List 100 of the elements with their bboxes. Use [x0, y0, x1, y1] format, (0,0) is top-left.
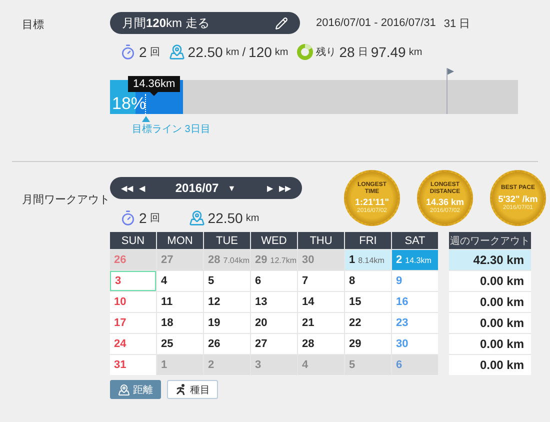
month-dropdown-button[interactable]: ▼	[226, 184, 237, 192]
day-number: 27	[161, 254, 174, 266]
previous-month-button[interactable]: ◀	[138, 184, 146, 192]
calendar-day[interactable]: 22	[345, 313, 391, 333]
day-number: 9	[396, 275, 402, 287]
goal-days: 31 日	[444, 16, 470, 30]
next-year-button[interactable]: ▶▶	[278, 184, 292, 192]
weekly-total: 0.00 km	[449, 334, 531, 354]
next-month-button[interactable]: ▶	[266, 184, 274, 192]
day-number: 18	[161, 317, 174, 329]
day-distance: 12.7km	[270, 256, 296, 264]
calendar-day[interactable]: 25	[157, 334, 203, 354]
calendar-day[interactable]: 5	[204, 271, 250, 291]
calendar-day[interactable]: 15	[345, 292, 391, 312]
calendar-day[interactable]: 28	[298, 334, 344, 354]
marker-icon	[142, 116, 150, 122]
day-number: 1	[161, 359, 168, 371]
calendar-day[interactable]: 26	[204, 334, 250, 354]
remaining-donut-icon	[297, 44, 314, 60]
weekly-total: 42.30 km	[449, 250, 531, 270]
medal-value: 1:21'11"	[355, 196, 389, 207]
calendar-day[interactable]: 19	[204, 313, 250, 333]
calendar-day[interactable]: 4	[157, 271, 203, 291]
month-label: 2016/07	[175, 181, 219, 195]
day-number: 20	[255, 317, 268, 329]
day-number: 23	[396, 317, 408, 329]
day-number: 14	[302, 296, 314, 308]
calendar-day[interactable]: 31	[110, 355, 156, 375]
view-toggle-button[interactable]: 種目	[167, 380, 218, 399]
day-distance: 14.3km	[405, 256, 432, 264]
calendar-day[interactable]: 14	[298, 292, 344, 312]
day-number: 3	[255, 359, 262, 371]
calendar-day[interactable]: 6	[251, 271, 297, 291]
calendar-day[interactable]: 18	[157, 313, 203, 333]
distance-value: 22.50	[188, 44, 223, 60]
day-number: 2	[208, 359, 214, 371]
calendar-day[interactable]: 10	[110, 292, 156, 312]
day-number: 12	[208, 296, 220, 308]
calendar-day[interactable]: 1 8.14km	[345, 250, 391, 270]
separator: /	[242, 45, 246, 59]
day-number: 24	[114, 338, 126, 350]
progress-percent: 18%	[112, 94, 146, 114]
day-distance: 7.04km	[223, 256, 250, 264]
day-number: 5	[349, 359, 356, 371]
day-number: 28	[302, 338, 314, 350]
medal-value: 14.36 km	[426, 196, 464, 207]
calendar-day[interactable]: 29	[345, 334, 391, 354]
route-pin-icon	[188, 210, 205, 226]
workout-count: 2	[139, 44, 147, 60]
weekday-header: SAT	[392, 232, 438, 249]
day-number: 11	[161, 296, 173, 308]
calendar-day[interactable]: 21	[298, 313, 344, 333]
day-number: 26	[114, 254, 126, 266]
day-number: 1	[349, 254, 356, 266]
day-number: 19	[208, 317, 220, 329]
distance-unit: km	[246, 212, 260, 224]
edit-icon[interactable]	[275, 16, 288, 30]
distance-value: 22.50	[208, 210, 243, 226]
route-pin-icon	[168, 44, 185, 60]
weekly-header: 週のワークアウト	[449, 232, 531, 249]
day-number: 7	[302, 275, 308, 287]
day-distance: 8.14km	[358, 256, 384, 264]
goal-title-bar[interactable]: 月間120km 走る	[110, 12, 300, 34]
calendar-day[interactable]: 7	[298, 271, 344, 291]
section-label: 月間ワークアウト	[21, 193, 110, 208]
day-number: 27	[255, 338, 268, 350]
calendar-day[interactable]: 24	[110, 334, 156, 354]
previous-year-button[interactable]: ◀◀	[120, 184, 134, 192]
day-number: 30	[302, 254, 314, 266]
day-number: 22	[349, 317, 362, 329]
calendar-day[interactable]: 3	[110, 271, 156, 291]
day-number: 28	[208, 254, 220, 266]
day-number: 4	[302, 359, 308, 371]
stopwatch-icon	[120, 210, 136, 226]
remaining-days: 28	[339, 44, 355, 60]
calendar-day[interactable]: 8	[345, 271, 391, 291]
weekday-header: TUE	[204, 232, 250, 249]
section-label: 目標	[21, 18, 45, 33]
target-line-label: 目標ライン 3日目	[132, 122, 210, 136]
day-number: 17	[114, 317, 126, 329]
calendar-day[interactable]: 11	[157, 292, 203, 312]
weekly-total: 0.00 km	[449, 292, 531, 312]
calendar-day[interactable]: 12	[204, 292, 250, 312]
day-number: 16	[396, 296, 408, 308]
route-pin-icon	[118, 384, 130, 396]
weekday-header: MON	[157, 232, 203, 249]
calendar-day[interactable]: 13	[251, 292, 297, 312]
workout-count: 2	[139, 210, 147, 226]
weekly-total: 0.00 km	[449, 271, 531, 291]
day-number: 30	[396, 338, 408, 350]
calendar-day[interactable]: 20	[251, 313, 297, 333]
runner-icon	[175, 384, 187, 395]
day-number: 3	[115, 275, 122, 287]
view-toggle-button[interactable]: 距離	[110, 380, 161, 399]
calendar-day[interactable]: 17	[110, 313, 156, 333]
weekly-total: 0.00 km	[449, 313, 531, 333]
calendar-day[interactable]: 27	[251, 334, 297, 354]
weekday-header: SUN	[110, 232, 156, 249]
day-number: 21	[302, 317, 314, 329]
day-number: 29	[349, 338, 362, 350]
